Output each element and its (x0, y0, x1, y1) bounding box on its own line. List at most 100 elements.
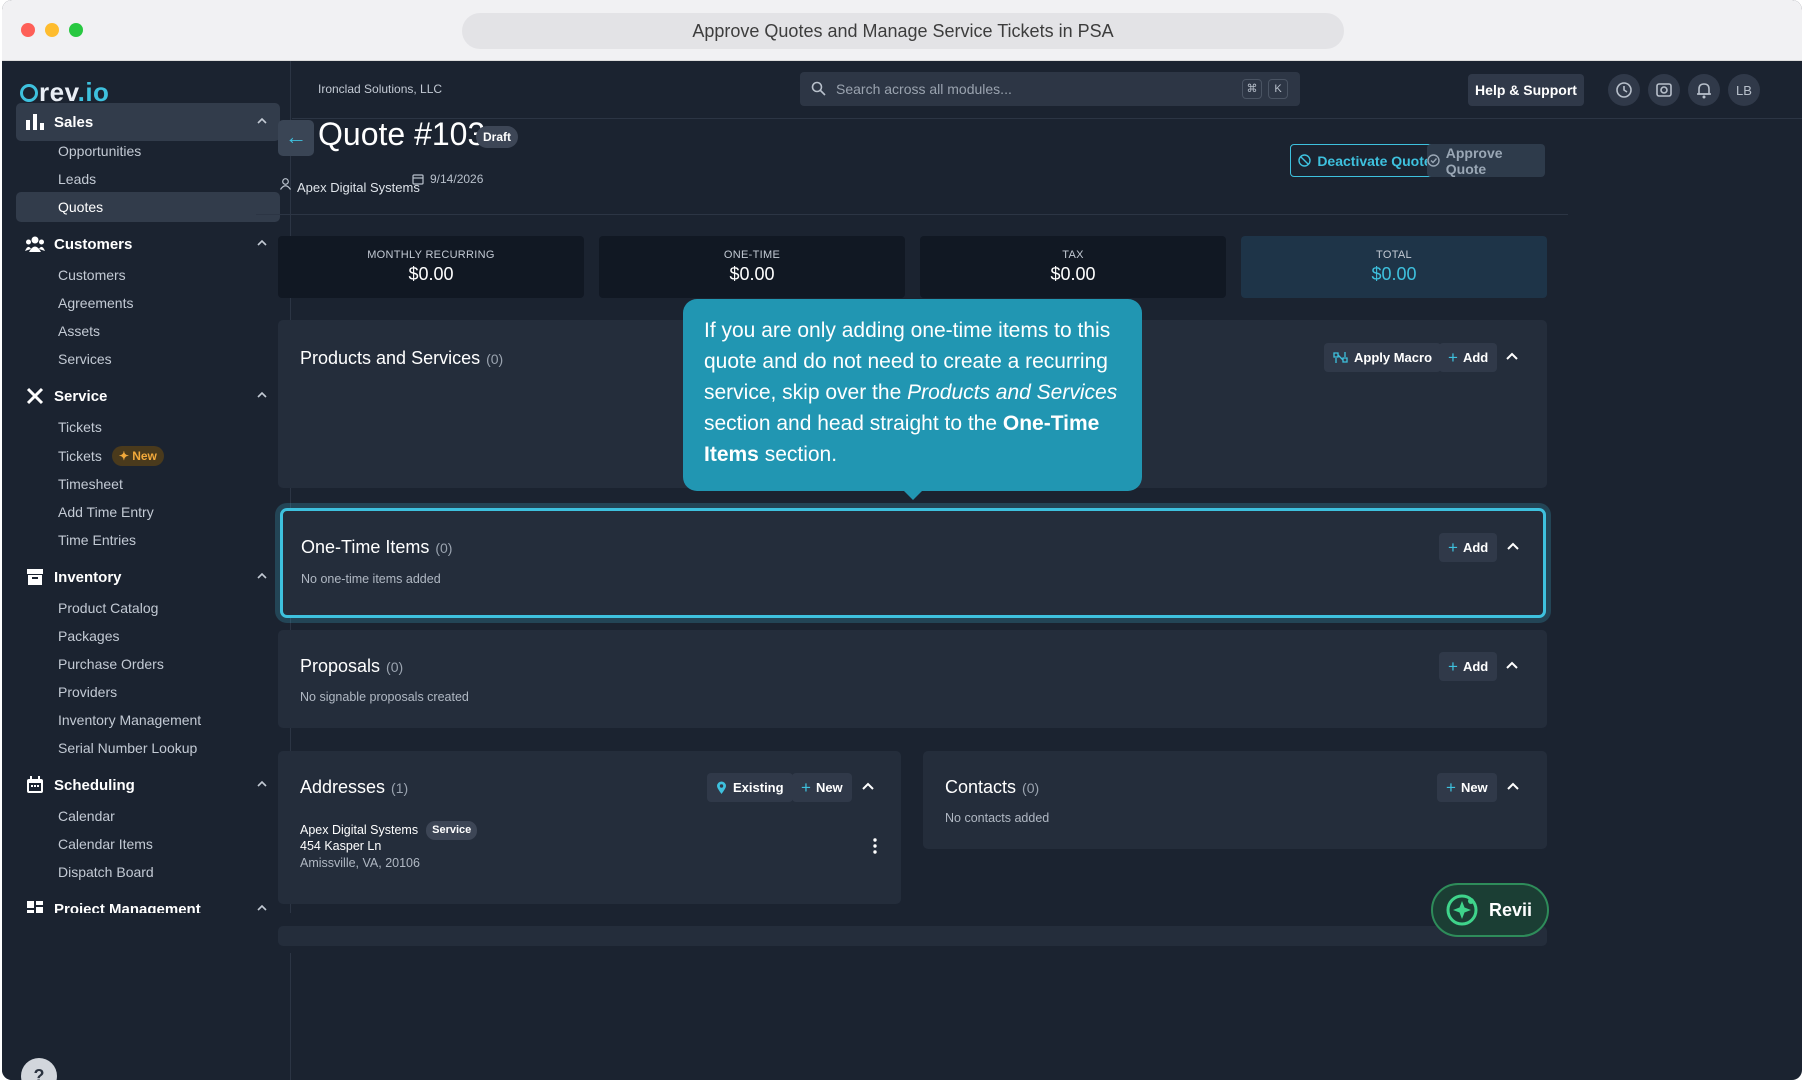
sidebar-item-opportunities[interactable]: Opportunities (16, 136, 280, 166)
sidebar-item-time-entries[interactable]: Time Entries (16, 525, 280, 555)
sidebar-item-serial-number-lookup[interactable]: Serial Number Lookup (16, 733, 280, 763)
panel-count: (0) (386, 659, 404, 675)
approve-quote-button[interactable]: Approve Quote (1427, 144, 1545, 177)
address-name-text: Apex Digital Systems (300, 823, 419, 837)
new-address-button[interactable]: + New (792, 773, 852, 802)
screenshot-icon[interactable] (1648, 74, 1680, 106)
existing-address-button[interactable]: Existing (707, 773, 793, 802)
check-circle-icon (1427, 154, 1440, 167)
sidebar-section-scheduling[interactable]: Scheduling (16, 766, 280, 804)
one-time-add-button[interactable]: + Add (1439, 533, 1498, 562)
plus-icon: + (1448, 656, 1458, 676)
sidebar-item-quotes[interactable]: Quotes (16, 192, 280, 222)
sidebar-item-calendar[interactable]: Calendar (16, 801, 280, 831)
deactivate-quote-button[interactable]: Deactivate Quote (1290, 144, 1440, 177)
sidebar-item-leads[interactable]: Leads (16, 164, 280, 194)
section-label: Customers (54, 235, 133, 253)
new-contact-button[interactable]: + New (1437, 773, 1497, 802)
revii-label: Revii (1489, 899, 1533, 920)
chevron-up-icon[interactable] (1504, 348, 1524, 368)
callout-text-3: section and head straight to the (704, 412, 1003, 435)
sidebar-item-tickets-new[interactable]: Tickets ✦ New (16, 441, 280, 471)
address-name: Apex Digital Systems Service (300, 821, 478, 840)
chevron-up-icon[interactable] (1505, 778, 1525, 798)
panel-title: Proposals (0) (300, 656, 403, 677)
help-button[interactable]: ? (21, 1058, 57, 1080)
sidebar-item-purchase-orders[interactable]: Purchase Orders (16, 649, 280, 679)
sidebar-item-add-time-entry[interactable]: Add Time Entry (16, 497, 280, 527)
plus-icon: + (801, 777, 811, 797)
sidebar-section-service[interactable]: Service (16, 377, 280, 415)
panel-title-text: One-Time Items (301, 537, 430, 557)
new-badge-label: New (132, 449, 157, 463)
panel-title: Addresses (1) (300, 777, 408, 798)
sidebar-item-packages[interactable]: Packages (16, 621, 280, 651)
kebab-menu-icon[interactable] (872, 837, 878, 860)
chevron-up-icon[interactable] (256, 569, 268, 587)
sidebar-item-assets[interactable]: Assets (16, 316, 280, 346)
sparkle-icon (1446, 894, 1478, 926)
add-label: Add (1462, 659, 1489, 674)
sidebar-item-timesheet[interactable]: Timesheet (16, 469, 280, 499)
sidebar-overflow-mask (2, 913, 291, 953)
sidebar-item-customers[interactable]: Customers (16, 260, 280, 290)
tools-icon (25, 386, 45, 406)
chevron-up-icon[interactable] (1505, 538, 1525, 558)
customer-link[interactable]: Apex Digital Systems (280, 172, 420, 195)
proposals-panel: Proposals (0) No signable proposals creat… (278, 630, 1547, 728)
add-label: Add (1462, 540, 1489, 555)
back-button[interactable]: ← (278, 120, 314, 156)
revii-assistant-button[interactable]: Revii (1431, 883, 1549, 937)
zoom-window-button[interactable] (69, 23, 83, 37)
chevron-up-icon[interactable] (256, 777, 268, 795)
sidebar-section-inventory[interactable]: Inventory (16, 558, 280, 596)
help-support-button[interactable]: Help & Support (1468, 74, 1584, 106)
card-label: TOTAL (1376, 249, 1412, 261)
search-input[interactable]: Search across all modules... ⌘ K (800, 72, 1300, 106)
proposals-add-button[interactable]: + Add (1439, 652, 1498, 681)
minimize-window-button[interactable] (45, 23, 59, 37)
section-label: Inventory (54, 568, 122, 586)
company-name[interactable]: Ironclad Solutions, LLC (318, 82, 442, 96)
sidebar-item-providers[interactable]: Providers (16, 677, 280, 707)
sidebar-item-agreements[interactable]: Agreements (16, 288, 280, 318)
sidebar-item-dispatch-board[interactable]: Dispatch Board (16, 857, 280, 887)
apply-macro-button[interactable]: Apply Macro (1324, 343, 1442, 372)
panel-title-text: Addresses (300, 777, 386, 797)
bell-icon[interactable] (1688, 74, 1720, 106)
chevron-up-icon[interactable] (1504, 657, 1524, 677)
top-header: Ironclad Solutions, LLC Search across al… (292, 61, 1802, 119)
chevron-up-icon[interactable] (256, 114, 268, 132)
sidebar-item-product-catalog[interactable]: Product Catalog (16, 593, 280, 623)
existing-label: Existing (733, 780, 784, 795)
chevron-up-icon[interactable] (256, 236, 268, 254)
user-avatar[interactable]: LB (1728, 74, 1760, 106)
sidebar-item-services[interactable]: Services (16, 344, 280, 374)
empty-state-text: No contacts added (945, 811, 1050, 825)
sidebar-section-customers[interactable]: Customers (16, 225, 280, 263)
address-line1: 454 Kasper Ln (300, 839, 382, 853)
bar-chart-icon (25, 112, 45, 132)
summary-card-monthly: MONTHLY RECURRING $0.00 (278, 236, 584, 298)
sidebar-item-calendar-items[interactable]: Calendar Items (16, 829, 280, 859)
chevron-up-icon[interactable] (256, 388, 268, 406)
chevron-up-icon[interactable] (860, 778, 880, 798)
plus-icon: + (1448, 537, 1458, 557)
sidebar-item-tickets[interactable]: Tickets (16, 412, 280, 442)
empty-state-text: No one-time items added (301, 572, 441, 586)
panel-count: (0) (486, 351, 504, 367)
history-icon[interactable] (1608, 74, 1640, 106)
empty-state-text: No signable proposals created (300, 690, 469, 704)
divider (256, 214, 1568, 215)
sidebar-item-label: Tickets (58, 448, 102, 464)
command-key: ⌘ (1242, 79, 1262, 99)
panel-title-text: Products and Services (300, 348, 481, 368)
panel-count: (1) (391, 780, 409, 796)
section-label: Sales (54, 113, 94, 131)
status-badge: Draft (476, 126, 519, 148)
close-window-button[interactable] (21, 23, 35, 37)
card-label: ONE-TIME (723, 249, 781, 261)
sidebar-item-inventory-management[interactable]: Inventory Management (16, 705, 280, 735)
products-add-button[interactable]: + Add (1439, 343, 1498, 372)
logo-ring-icon (20, 84, 38, 102)
